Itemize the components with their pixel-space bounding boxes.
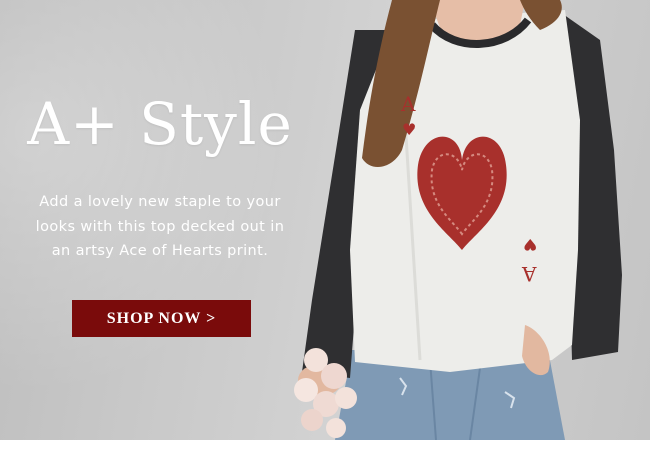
headline: A+ Style — [27, 90, 293, 158]
shop-now-button[interactable]: SHOP NOW > — [72, 300, 251, 337]
description: Add a lovely new staple to your looks wi… — [35, 194, 285, 259]
bottom-spacer — [0, 440, 650, 450]
hero-copy: A+ Style Add a lovely new staple to your… — [0, 84, 320, 264]
card-rank-bottom: A — [522, 262, 537, 286]
card-suit-bottom: ♥ — [523, 235, 538, 254]
promo-banner[interactable]: A ♥ ♥ A A+ Style Add a lovely new staple… — [0, 0, 650, 440]
card-suit-top: ♥ — [402, 120, 417, 139]
card-rank-top: A — [401, 92, 416, 116]
